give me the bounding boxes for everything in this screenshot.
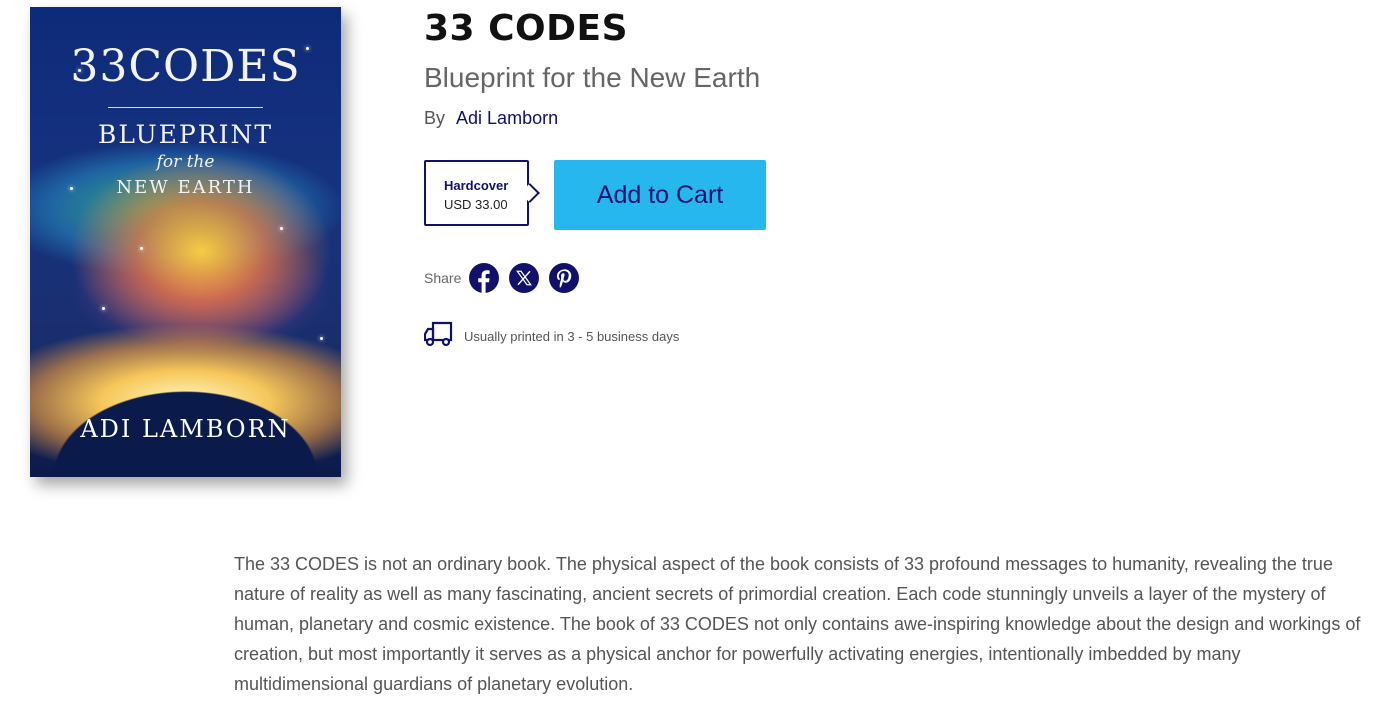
shipping-info: Usually printed in 3 - 5 business days [423,320,680,353]
product-title: 33 CODES [424,8,629,49]
format-name: Hardcover [444,178,509,193]
by-label: By [424,108,446,128]
author-link[interactable]: Adi Lamborn [456,108,558,128]
format-price: USD 33.00 [444,197,508,212]
cover-subtitle-line3: NEW EARTH [116,177,255,198]
cover-title: 33CODES [70,41,301,92]
selected-arrow-icon [520,183,540,203]
product-description: The 33 CODES is not an ordinary book. Th… [234,554,1361,694]
product-subtitle: Blueprint for the New Earth [424,62,761,93]
byline: By Adi Lamborn [424,108,558,129]
x-twitter-icon[interactable] [509,263,540,293]
cover-rule [108,107,263,108]
share-bar: Share [424,262,589,294]
share-label: Share [424,270,462,286]
cover-subtitle-line1: BLUEPRINT [98,120,273,149]
pinterest-icon[interactable] [549,263,580,293]
format-option-hardcover[interactable]: Hardcover USD 33.00 [424,160,540,226]
cover-subtitle-line2: for the [156,152,215,172]
book-cover-image: 33CODES BLUEPRINT for the NEW EARTH ADI … [30,7,341,477]
add-to-cart-button[interactable]: Add to Cart [554,160,766,230]
cover-author: ADI LAMBORN [80,415,291,443]
shipping-text: Usually printed in 3 - 5 business days [464,329,680,344]
facebook-icon[interactable] [469,263,500,293]
delivery-truck-icon [423,320,454,353]
